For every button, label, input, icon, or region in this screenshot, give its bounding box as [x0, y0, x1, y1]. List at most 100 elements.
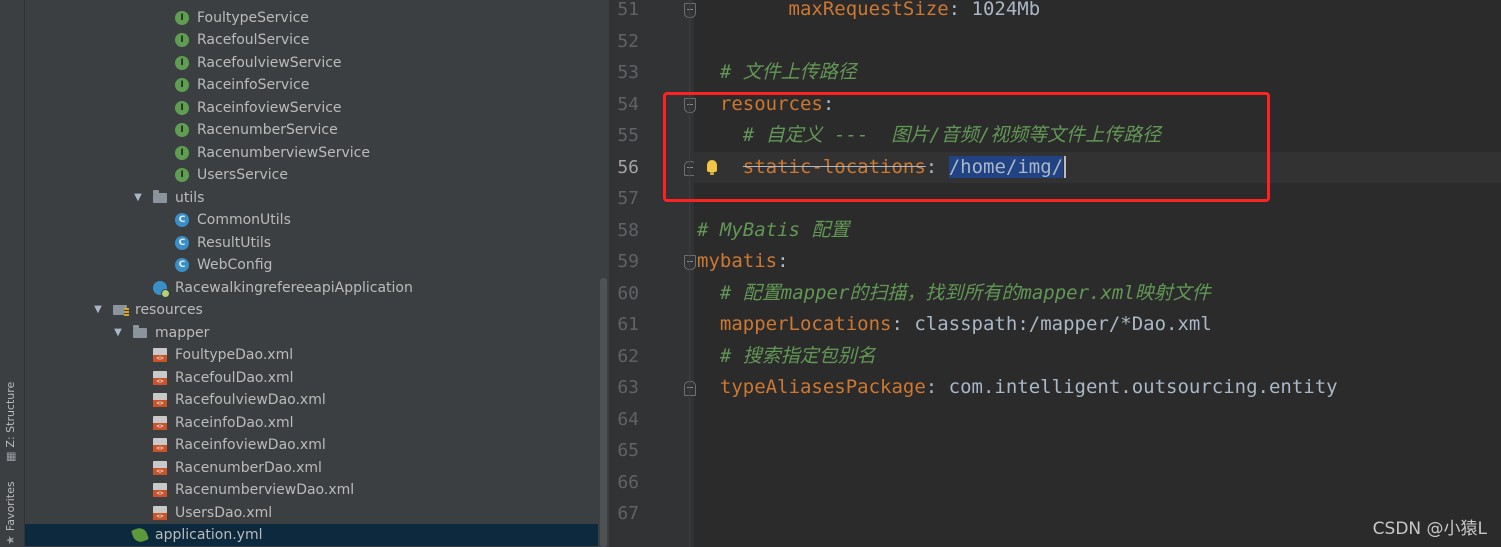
tree-row[interactable]: ▼ resources	[25, 299, 598, 321]
tree-row[interactable]: I RacenumberService	[25, 119, 598, 141]
tree-row[interactable]: RaceinfoviewDao.xml	[25, 434, 598, 456]
tree-row-label: RacenumberviewService	[197, 144, 370, 161]
tree-row-label: utils	[175, 189, 205, 206]
tree-row[interactable]: RacewalkingrefereeapiApplication	[25, 277, 598, 299]
project-tree[interactable]: I FoultypeService I RacefoulService I Racefou…	[25, 0, 598, 547]
tree-row[interactable]: ▼ utils	[25, 187, 598, 209]
interface-icon: I	[175, 78, 189, 92]
tree-row[interactable]: RacefoulDao.xml	[25, 367, 598, 389]
project-tree-scrollbar[interactable]	[598, 0, 609, 547]
code-line[interactable]: typeAliasesPackage: com.intelligent.outs…	[697, 372, 1338, 403]
tree-row-label: RacefoulDao.xml	[175, 369, 294, 386]
code-token: maxRequestSize	[788, 0, 949, 20]
code-token: : com.intelligent.outsourcing.entity	[925, 376, 1338, 398]
code-line[interactable]: maxRequestSize: 1024Mb	[697, 0, 1041, 25]
tree-row[interactable]: FoultypeDao.xml	[25, 344, 598, 366]
line-number: 67	[617, 503, 639, 524]
line-number: 59	[617, 251, 639, 272]
code-line[interactable]: # MyBatis 配置	[697, 215, 849, 246]
tree-row[interactable]: RacenumberDao.xml	[25, 457, 598, 479]
tree-row[interactable]: I RacefoulviewService	[25, 52, 598, 74]
tree-row-label: RacenumberviewDao.xml	[175, 482, 355, 498]
tree-row-label: FoultypeDao.xml	[175, 347, 294, 363]
tool-window-strip: ▦Z: Structure ★Favorites	[0, 0, 25, 547]
line-number: 61	[617, 314, 639, 335]
tree-row[interactable]: UsersDao.xml	[25, 502, 598, 524]
tree-row[interactable]: ▼ mapper	[25, 322, 598, 344]
line-number: 60	[617, 282, 639, 304]
class-icon: C	[175, 235, 189, 250]
tree-row-label: RacefoulviewDao.xml	[175, 392, 326, 408]
code-token: mapperLocations	[719, 313, 892, 335]
tree-row[interactable]: I FoultypeService	[25, 7, 598, 29]
code-line[interactable]: mybatis:	[697, 246, 789, 277]
line-number: 66	[617, 471, 639, 493]
tree-row[interactable]: application.yml	[25, 524, 598, 546]
code-token: : classpath:/mapper/*Dao.xml	[891, 313, 1212, 335]
tree-row[interactable]: RaceinfoDao.xml	[25, 412, 598, 434]
scrollbar-thumb[interactable]	[600, 278, 607, 547]
chevron-down-icon[interactable]: ▼	[113, 322, 123, 344]
tree-row[interactable]: I RaceinfoviewService	[25, 97, 598, 119]
code-line[interactable]: # 文件上传路径	[697, 57, 857, 88]
tree-row[interactable]: C ResultUtils	[25, 232, 598, 254]
tree-row[interactable]: C CommonUtils	[25, 209, 598, 231]
code-token: typeAliasesPackage	[719, 376, 926, 398]
tree-row[interactable]: I RacefoulService	[25, 29, 598, 51]
xml-file-icon	[153, 348, 167, 362]
highlight-annotation-box	[663, 92, 1270, 202]
star-icon: ★	[4, 535, 17, 545]
spring-application-icon	[153, 280, 170, 298]
code-line[interactable]: mapperLocations: classpath:/mapper/*Dao.…	[697, 309, 1212, 340]
line-number: 56	[617, 156, 639, 178]
tree-row-label: UsersDao.xml	[175, 504, 273, 521]
class-icon: C	[175, 213, 189, 227]
tree-row[interactable]: I RaceinfoService	[25, 74, 598, 96]
line-number: 53	[617, 62, 639, 83]
line-number: 63	[617, 377, 639, 398]
code-editor[interactable]: 51 52 53 54 55 56 57 58 59 60 61 62 63 64 65 66 67 maxRe…	[609, 0, 1501, 547]
tree-row-label: mapper	[155, 324, 210, 341]
tree-row[interactable]: RacenumberviewDao.xml	[25, 479, 598, 501]
tree-row-label: FoultypeService	[197, 9, 309, 26]
code-token: # MyBatis 配置	[697, 218, 850, 241]
line-number: 52	[617, 30, 639, 52]
structure-icon: ▦	[4, 451, 17, 462]
line-number: 65	[617, 440, 639, 461]
interface-icon: I	[175, 100, 189, 115]
code-line[interactable]: # 搜索指定包别名	[697, 341, 876, 372]
xml-file-icon	[153, 483, 167, 497]
fold-marker-icon[interactable]	[684, 381, 696, 396]
line-number: 62	[617, 345, 639, 367]
code-token: : 1024Mb	[948, 0, 1041, 20]
structure-tool-tab[interactable]: ▦Z: Structure	[4, 382, 17, 462]
line-number: 57	[617, 188, 639, 209]
line-number: 55	[617, 125, 639, 146]
fold-marker-icon[interactable]	[684, 255, 696, 270]
chevron-down-icon[interactable]: ▼	[93, 299, 103, 321]
tree-row[interactable]: I UsersService	[25, 164, 598, 186]
line-number: 64	[617, 408, 639, 430]
fold-marker-icon[interactable]	[684, 3, 696, 18]
xml-file-icon	[153, 460, 167, 475]
tree-row-label: RaceinfoviewDao.xml	[175, 437, 326, 453]
code-line[interactable]: # 配置mapper的扫描，找到所有的mapper.xml映射文件	[697, 278, 1211, 309]
code-token: # 配置mapper的扫描，找到所有的mapper.xml映射文件	[719, 281, 1211, 304]
code-token: # 搜索指定包别名	[719, 344, 876, 367]
tree-row-label: WebConfig	[197, 257, 273, 273]
tree-row-label: RaceinfoService	[197, 77, 310, 93]
tree-row[interactable]: I RacenumberviewService	[25, 142, 598, 164]
tree-row[interactable]: RacefoulviewDao.xml	[25, 389, 598, 411]
watermark-text: CSDN @小猿L	[1372, 519, 1487, 539]
chevron-down-icon[interactable]: ▼	[133, 187, 143, 209]
indent-guide	[689, 0, 690, 547]
xml-file-icon	[153, 505, 167, 520]
tree-row[interactable]: C WebConfig	[25, 254, 598, 276]
tree-row-label: RacefoulService	[197, 32, 310, 48]
favorites-tool-tab[interactable]: ★Favorites	[4, 481, 17, 545]
